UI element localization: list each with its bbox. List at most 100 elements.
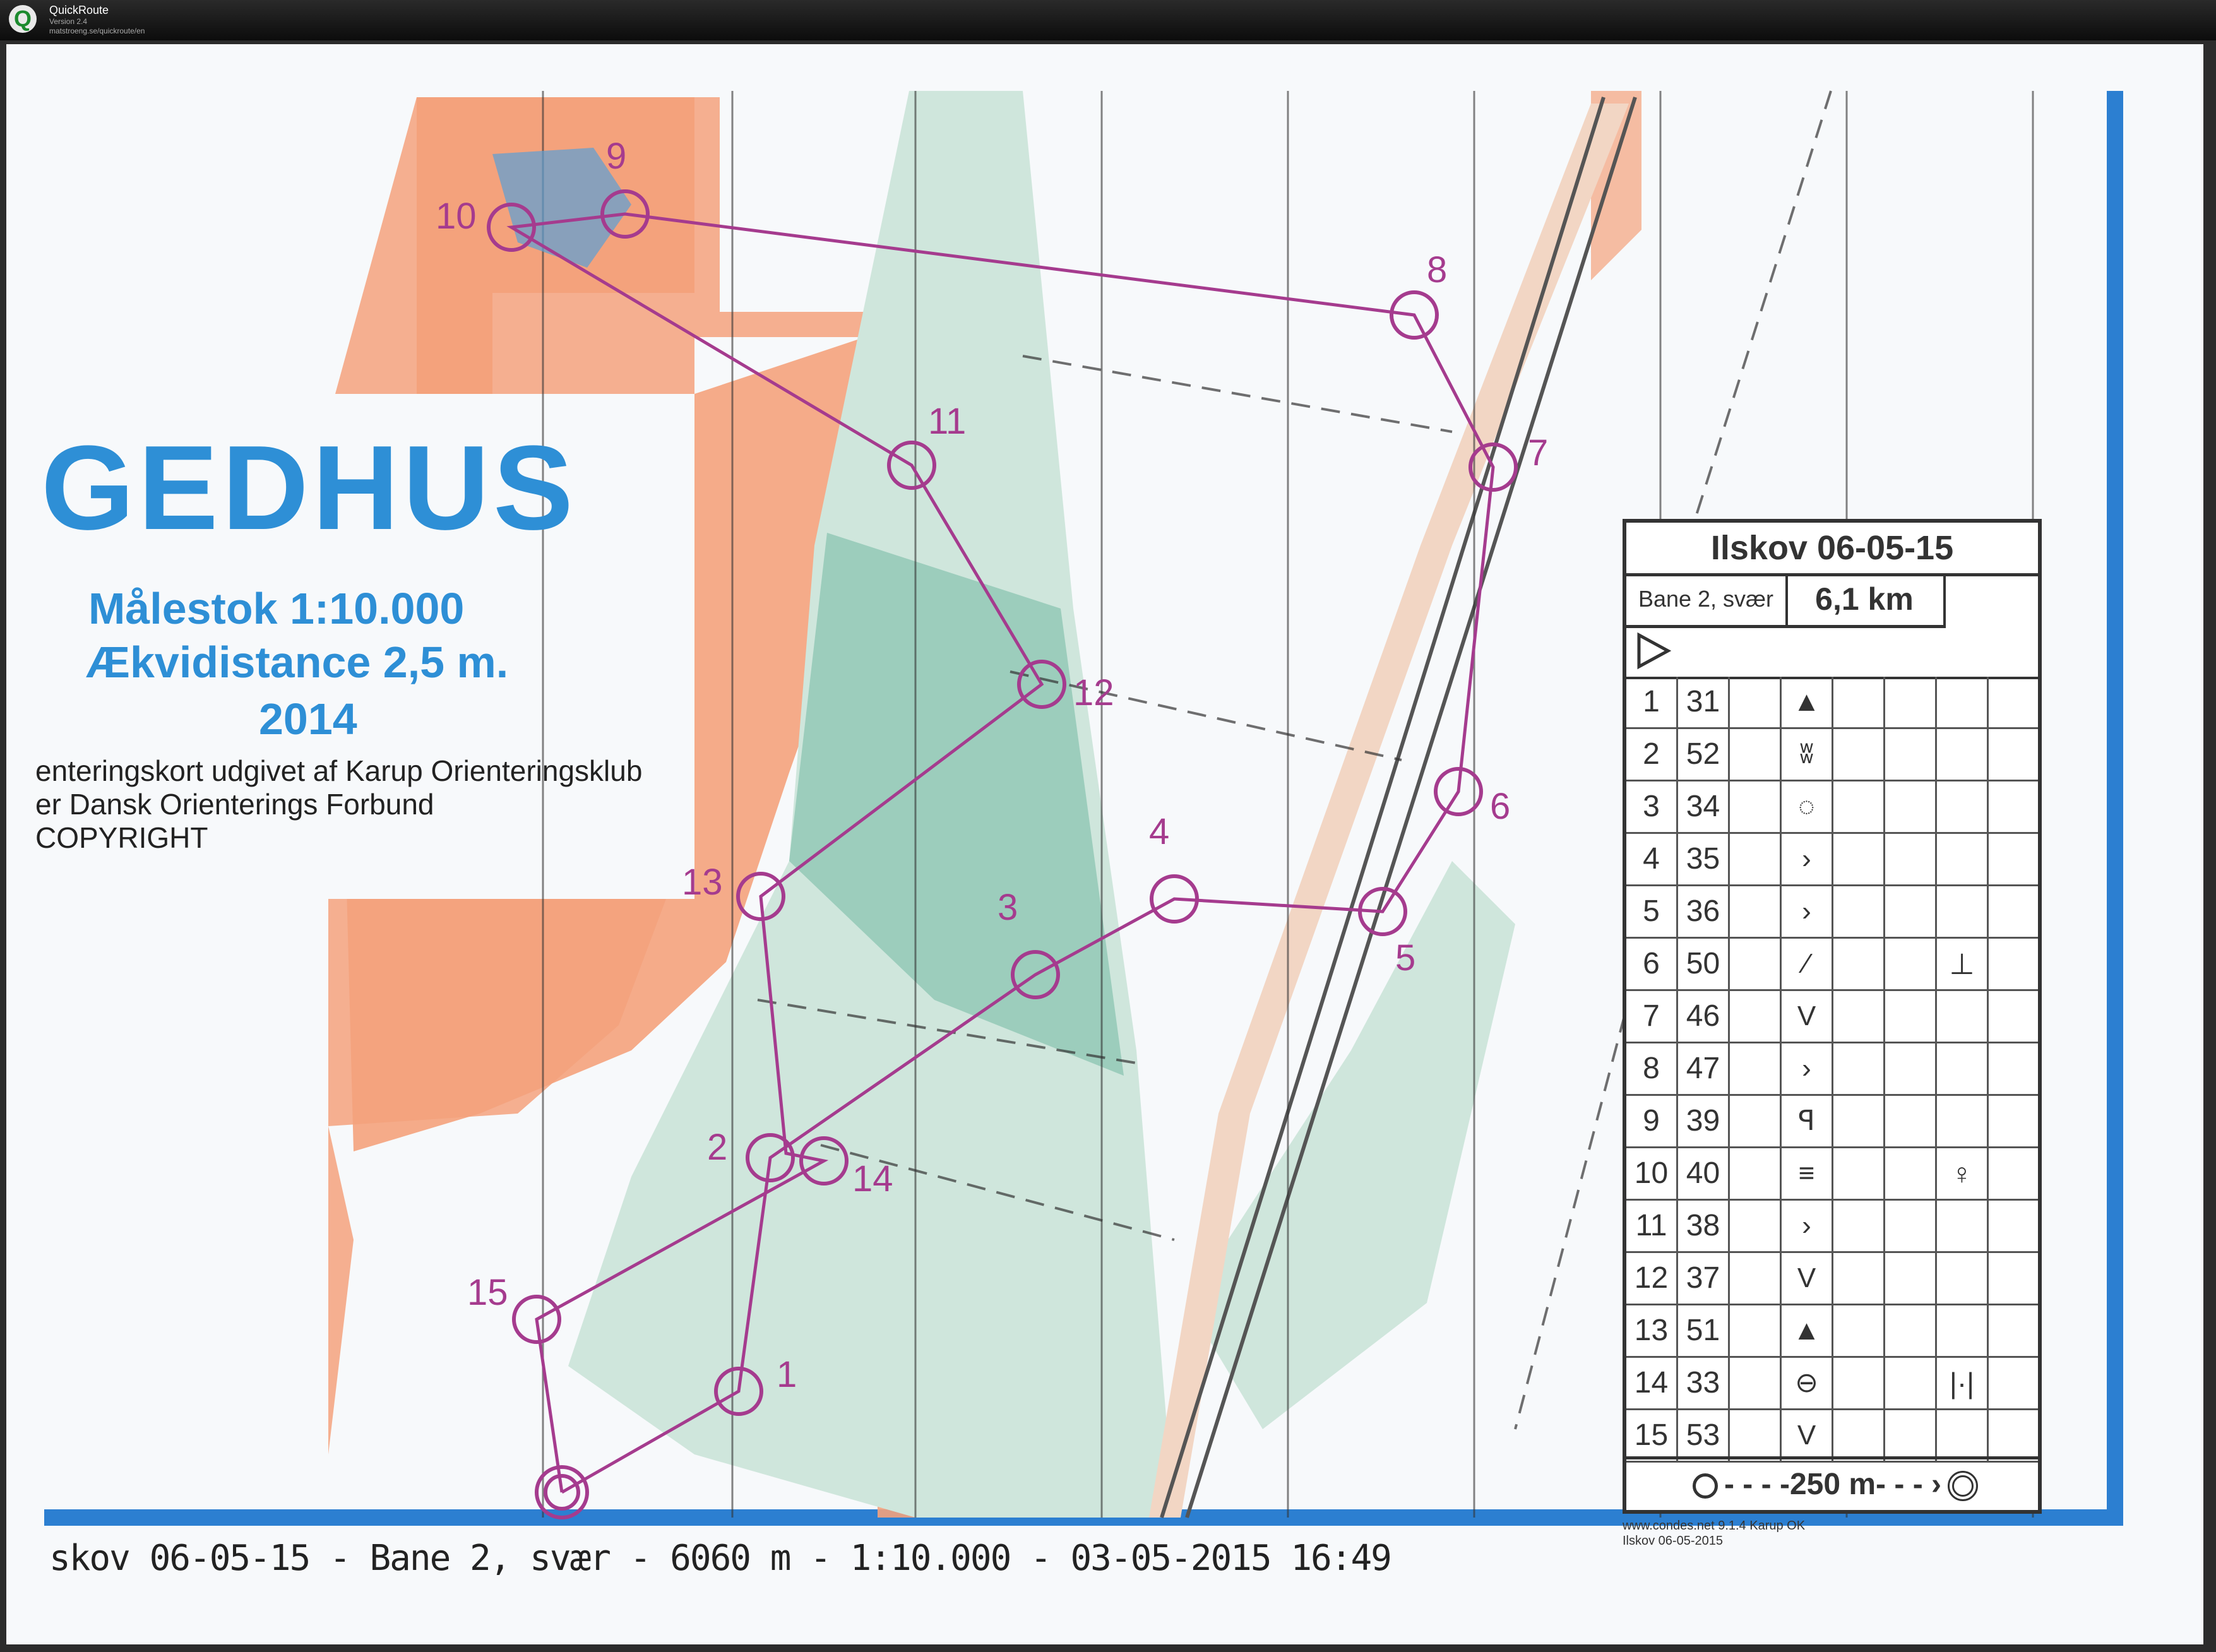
cd-location-symbol [1937,1201,1989,1251]
cd-feature-symbol: ▲ [1782,677,1833,727]
cd-row: 2 52 ʬ [1626,729,2038,781]
cd-cell-empty [1989,781,2038,832]
cd-cell-empty [1885,781,1937,832]
cd-cell-empty [1833,939,1885,989]
cd-cell-empty [1833,1043,1885,1094]
cd-cell-empty [1730,729,1782,780]
cd-cell-empty [1885,1096,1937,1146]
cd-row: 1 31 ▲ [1626,677,2038,729]
map-footer: skov 06-05-15 - Bane 2, svær - 6060 m - … [49,1538,1392,1579]
cd-start-row [1626,625,2038,679]
control-label-2: 2 [707,1127,728,1168]
map-viewport[interactable]: 1 2 3 4 5 6 7 8 9 10 11 12 13 14 15 GEDH… [0,40,2216,1652]
cd-cell-empty [1885,1043,1937,1094]
cd-cell-empty [1730,834,1782,884]
control-label-5: 5 [1395,937,1416,978]
cd-control-code: 51 [1678,1305,1730,1356]
control-label-9: 9 [606,136,627,177]
app-url: matstroeng.se/quickroute/en [49,27,145,35]
cd-control-number: 3 [1626,781,1678,832]
cd-feature-symbol: ʬ [1782,729,1833,780]
cd-control-code: 37 [1678,1253,1730,1304]
cd-cell-empty [1833,1253,1885,1304]
cd-feature-symbol: ⁄ [1782,939,1833,989]
cd-feature-symbol: ▲ [1782,1305,1833,1356]
cd-control-number: 15 [1626,1410,1678,1461]
cd-location-symbol [1937,1410,1989,1461]
cd-cell-empty [1833,886,1885,937]
cd-control-number: 9 [1626,1096,1678,1146]
cd-cell-empty [1730,1410,1782,1461]
cd-cell-empty [1885,729,1937,780]
cd-control-number: 1 [1626,677,1678,727]
cd-cell-empty [1989,677,2038,727]
cd-cell-empty [1885,1253,1937,1304]
control-label-7: 7 [1528,432,1549,473]
cd-row: 15 53 V [1626,1410,2038,1463]
cd-cell-empty [1833,781,1885,832]
control-label-8: 8 [1427,249,1448,290]
finish-circle-icon [1948,1471,1978,1502]
cd-cell-empty [1833,1148,1885,1199]
cd-location-symbol [1937,834,1989,884]
title-bar[interactable]: Q QuickRoute Version 2.4 matstroeng.se/q… [0,0,2216,40]
cd-cell-empty [1885,1410,1937,1461]
cd-cell-empty [1989,1410,2038,1461]
cd-cell-empty [1730,991,1782,1042]
cd-control-code: 36 [1678,886,1730,937]
cd-control-number: 5 [1626,886,1678,937]
cd-row: 11 38 › [1626,1201,2038,1253]
cd-row: 6 50 ⁄ ⊥ [1626,939,2038,991]
cd-feature-symbol: V [1782,1410,1833,1461]
cd-control-code: 52 [1678,729,1730,780]
app-version: Version 2.4 [49,17,88,26]
cd-cell-empty [1730,677,1782,727]
cd-cell-empty [1833,1410,1885,1461]
control-label-14: 14 [852,1158,893,1199]
cd-cell-empty [1730,1305,1782,1356]
quickroute-logo-icon: Q [9,5,37,33]
cd-cell-empty [1833,1201,1885,1251]
cd-cell-empty [1989,1253,2038,1304]
control-label-1: 1 [777,1354,797,1395]
copyright: COPYRIGHT [35,821,208,854]
cd-location-symbol [1937,1096,1989,1146]
cd-control-number: 14 [1626,1358,1678,1408]
cd-legend: - - - -250 m- - - › [1626,1456,2038,1510]
cd-control-number: 11 [1626,1201,1678,1251]
cd-cell-empty [1833,834,1885,884]
cd-feature-symbol: ≡ [1782,1148,1833,1199]
cd-control-code: 46 [1678,991,1730,1042]
control-label-12: 12 [1073,672,1114,713]
cd-cell-empty [1833,1358,1885,1408]
cd-cell-empty [1885,834,1937,884]
cd-control-number: 12 [1626,1253,1678,1304]
cd-control-number: 13 [1626,1305,1678,1356]
cd-cell-empty [1989,1201,2038,1251]
cd-cell-empty [1989,886,2038,937]
control-label-3: 3 [998,887,1018,928]
cd-control-code: 53 [1678,1410,1730,1461]
cd-cell-empty [1989,834,2038,884]
cd-feature-symbol: ⊖ [1782,1358,1833,1408]
start-circle-icon [1692,1473,1718,1499]
map-contour-interval: Ækvidistance 2,5 m. [86,638,509,687]
app-name: QuickRoute [49,4,109,16]
cd-cell-empty [1730,1148,1782,1199]
cd-cell-empty [1730,781,1782,832]
cd-cell-empty [1989,729,2038,780]
cd-course-name: Bane 2, svær [1626,573,1788,628]
control-label-6: 6 [1490,786,1511,827]
cd-cell-empty [1885,939,1937,989]
cd-control-code: 47 [1678,1043,1730,1094]
control-label-13: 13 [682,862,723,903]
control-label-10: 10 [436,196,477,237]
map-title: GEDHUS [41,421,577,555]
cd-cell-empty [1989,1043,2038,1094]
cd-cell-empty [1833,1096,1885,1146]
cd-row: 4 35 › [1626,834,2038,886]
cd-cell-empty [1730,1043,1782,1094]
cd-control-code: 39 [1678,1096,1730,1146]
cd-cell-empty [1833,729,1885,780]
cd-cell-empty [1885,991,1937,1042]
